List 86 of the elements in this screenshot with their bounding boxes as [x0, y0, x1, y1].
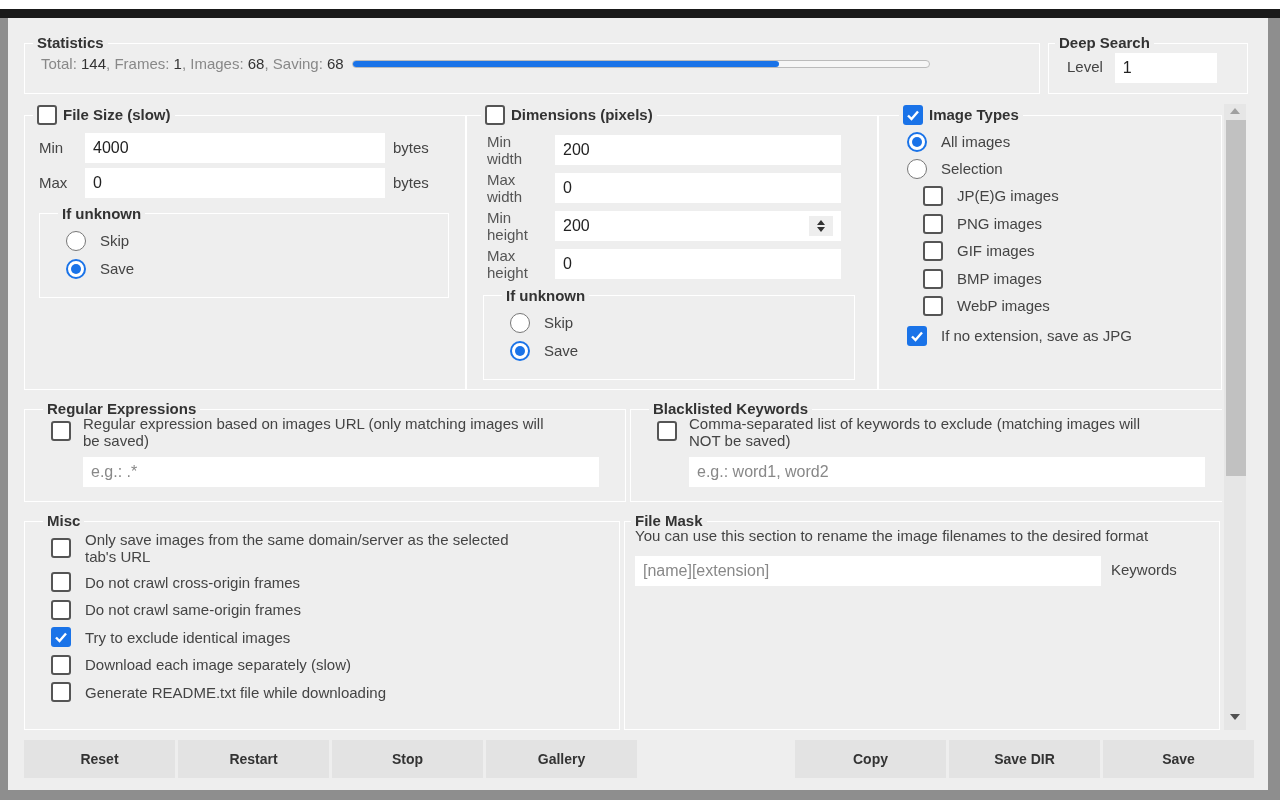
radio-button[interactable]: [907, 159, 927, 179]
option-label: GIF images: [957, 241, 1035, 261]
radio-button[interactable]: [66, 231, 86, 251]
checkbox[interactable]: [907, 326, 927, 346]
checkbox[interactable]: [903, 105, 923, 126]
input-field[interactable]: [name][extension]: [635, 555, 1101, 586]
option-label: Save: [544, 340, 579, 361]
checkmark-icon: [910, 329, 924, 343]
action-button[interactable]: Save DIR: [949, 740, 1100, 778]
option-label: Do not crawl cross-origin frames: [85, 573, 302, 591]
radio-button[interactable]: [66, 259, 86, 279]
option-label: Skip: [100, 230, 130, 251]
option-label: Skip: [544, 312, 574, 333]
checkbox[interactable]: [51, 682, 71, 703]
input-field[interactable]: 0: [85, 168, 385, 198]
checkbox[interactable]: [37, 105, 57, 126]
checkbox[interactable]: [923, 213, 943, 234]
checkbox[interactable]: [923, 186, 943, 207]
radio-button[interactable]: [510, 313, 530, 333]
scrollbar-thumb[interactable]: [1226, 120, 1246, 476]
option-label: Save: [100, 258, 135, 279]
action-button[interactable]: Restart: [178, 740, 329, 778]
checkbox[interactable]: [51, 599, 71, 620]
checkbox[interactable]: [51, 572, 71, 593]
action-button[interactable]: Save: [1103, 740, 1254, 778]
scrollbar[interactable]: [1224, 104, 1246, 730]
option-label: Level: [1066, 57, 1103, 78]
option-label: Generate README.txt file while downloading: [85, 683, 387, 701]
field-label: Max height: [487, 246, 529, 281]
section-title: Statistics: [37, 33, 104, 53]
option-label: JP(E)G images: [957, 186, 1059, 206]
checkbox[interactable]: [51, 654, 71, 675]
checkbox[interactable]: [51, 537, 71, 558]
option-label: Only save images from the same domain/server as the selected tab's URL: [85, 530, 510, 565]
input-field[interactable]: 1: [1114, 52, 1217, 83]
input-field[interactable]: e.g.: .*: [83, 456, 599, 487]
section-title: Blacklisted Keywords: [653, 399, 809, 417]
checkbox[interactable]: [485, 105, 505, 126]
option-label: If no extension, save as JPG: [941, 325, 1132, 346]
option-label: WebP images: [957, 296, 1050, 316]
input-field[interactable]: 4000: [85, 133, 385, 163]
radio-button[interactable]: [510, 341, 530, 361]
keywords-button[interactable]: Keywords: [1111, 559, 1177, 582]
checkbox[interactable]: [923, 268, 943, 289]
spinner-icon[interactable]: [809, 215, 833, 236]
option-label: Selection: [941, 158, 1003, 179]
field-label: Max width: [487, 170, 524, 205]
option-label: All images: [941, 131, 1011, 152]
section-title: Deep Search: [1059, 33, 1150, 53]
section-title: Misc: [47, 511, 81, 531]
option-label: Try to exclude identical images: [85, 628, 292, 646]
option-label: Max: [39, 172, 69, 193]
option-label: BMP images: [957, 268, 1042, 289]
checkbox[interactable]: [51, 627, 71, 648]
option-label: Download each image separately (slow): [85, 656, 352, 674]
section-title: If unknown: [506, 285, 586, 306]
section-title: Image Types: [929, 105, 1019, 125]
input-field[interactable]: 0: [555, 248, 841, 279]
checkbox[interactable]: [923, 296, 943, 317]
option-label: PNG images: [957, 213, 1043, 234]
scroll-down-icon[interactable]: [1230, 714, 1240, 720]
option-label: Do not crawl same-origin frames: [85, 601, 302, 619]
option-label: bytes: [393, 172, 429, 193]
action-button[interactable]: Stop: [332, 740, 483, 778]
checkbox[interactable]: [657, 420, 677, 441]
checkmark-icon: [906, 108, 920, 123]
input-field[interactable]: 0: [555, 172, 841, 203]
option-label: Min: [39, 137, 65, 158]
checkbox[interactable]: [923, 241, 943, 262]
input-field[interactable]: 200: [555, 210, 841, 241]
section-title: File Size (slow): [63, 105, 171, 125]
section-title: Regular Expressions: [47, 399, 197, 418]
field-label: Min width: [487, 132, 524, 167]
checkmark-icon: [54, 630, 68, 645]
statistics-text: Total: 144, Frames: 1, Images: 68, Saving: 68: [41, 53, 344, 74]
action-button[interactable]: Reset: [24, 740, 175, 778]
action-button[interactable]: Gallery: [486, 740, 637, 778]
section-title: Dimensions (pixels): [511, 105, 653, 125]
section-title: If unknown: [62, 203, 142, 224]
action-button[interactable]: Copy: [795, 740, 946, 778]
radio-button[interactable]: [907, 132, 927, 152]
checkbox[interactable]: [51, 420, 71, 441]
input-field[interactable]: e.g.: word1, word2: [689, 456, 1205, 487]
field-label: Min height: [487, 208, 529, 243]
input-field[interactable]: 200: [555, 134, 841, 165]
option-label: bytes: [393, 137, 429, 158]
